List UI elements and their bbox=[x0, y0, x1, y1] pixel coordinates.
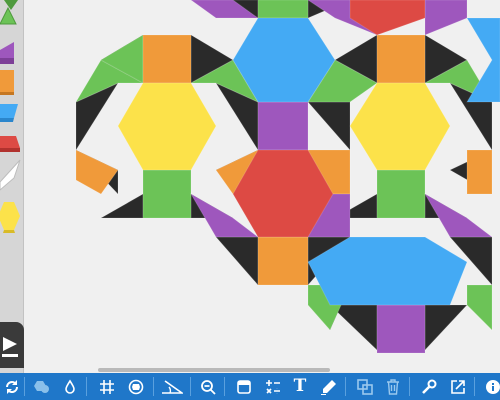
play-panel-icon bbox=[2, 337, 18, 357]
fill-button[interactable] bbox=[58, 373, 82, 400]
toolbar-divider bbox=[474, 377, 475, 396]
angle-icon bbox=[162, 379, 183, 394]
orange-square-tool[interactable] bbox=[0, 70, 14, 95]
trash-icon bbox=[387, 378, 399, 395]
duplicate-icon bbox=[357, 378, 373, 395]
toolbar-divider bbox=[24, 377, 25, 396]
window-button[interactable] bbox=[232, 373, 256, 400]
toolbar-divider bbox=[190, 377, 191, 396]
text-button[interactable]: T bbox=[288, 373, 312, 400]
window-icon bbox=[237, 379, 251, 394]
grid-icon bbox=[100, 379, 114, 394]
toolbar-divider bbox=[345, 377, 346, 396]
blue-rhombus-tool[interactable] bbox=[0, 104, 18, 122]
hexagon-icon bbox=[128, 379, 144, 394]
pencil-icon bbox=[321, 379, 336, 395]
refresh-button[interactable] bbox=[0, 373, 24, 400]
bottom-toolbar: T bbox=[0, 373, 500, 400]
trash-button[interactable] bbox=[381, 373, 405, 400]
calculator-button[interactable] bbox=[261, 373, 285, 400]
drop-icon bbox=[65, 379, 75, 394]
shape-palette bbox=[0, 0, 24, 373]
zoom-out-icon bbox=[201, 379, 216, 395]
share-button[interactable] bbox=[446, 373, 470, 400]
purple-rhombus-tool[interactable] bbox=[0, 42, 14, 64]
settings-button[interactable] bbox=[417, 373, 441, 400]
green-triangle-tool[interactable] bbox=[0, 0, 18, 25]
tessellation-canvas[interactable] bbox=[24, 0, 500, 373]
toolbar-divider bbox=[409, 377, 410, 396]
yellow-hexagon-tool[interactable] bbox=[0, 202, 20, 233]
white-thin-rhombus-tool[interactable] bbox=[0, 159, 21, 191]
info-icon bbox=[486, 379, 500, 394]
shapes-icon bbox=[34, 380, 49, 393]
shapes-button[interactable] bbox=[30, 373, 54, 400]
toolbar-divider bbox=[224, 377, 225, 396]
pen-button[interactable] bbox=[317, 373, 341, 400]
horizontal-scrollbar[interactable] bbox=[98, 368, 330, 372]
toolbar-divider bbox=[86, 377, 87, 396]
tessellation-pattern bbox=[74, 0, 500, 354]
refresh-icon bbox=[6, 379, 18, 394]
angle-button[interactable] bbox=[160, 373, 184, 400]
toolbar-divider bbox=[153, 377, 154, 396]
share-icon bbox=[451, 379, 465, 394]
snap-button[interactable] bbox=[124, 373, 148, 400]
grid-button[interactable] bbox=[95, 373, 119, 400]
info-button[interactable] bbox=[481, 373, 500, 400]
duplicate-button[interactable] bbox=[353, 373, 377, 400]
text-icon: T bbox=[293, 376, 307, 396]
zoom-out-button[interactable] bbox=[196, 373, 220, 400]
wrench-icon bbox=[422, 379, 437, 394]
play-panel-button[interactable] bbox=[0, 322, 24, 368]
calculator-icon bbox=[266, 379, 280, 394]
red-trapezoid-tool[interactable] bbox=[0, 136, 20, 152]
